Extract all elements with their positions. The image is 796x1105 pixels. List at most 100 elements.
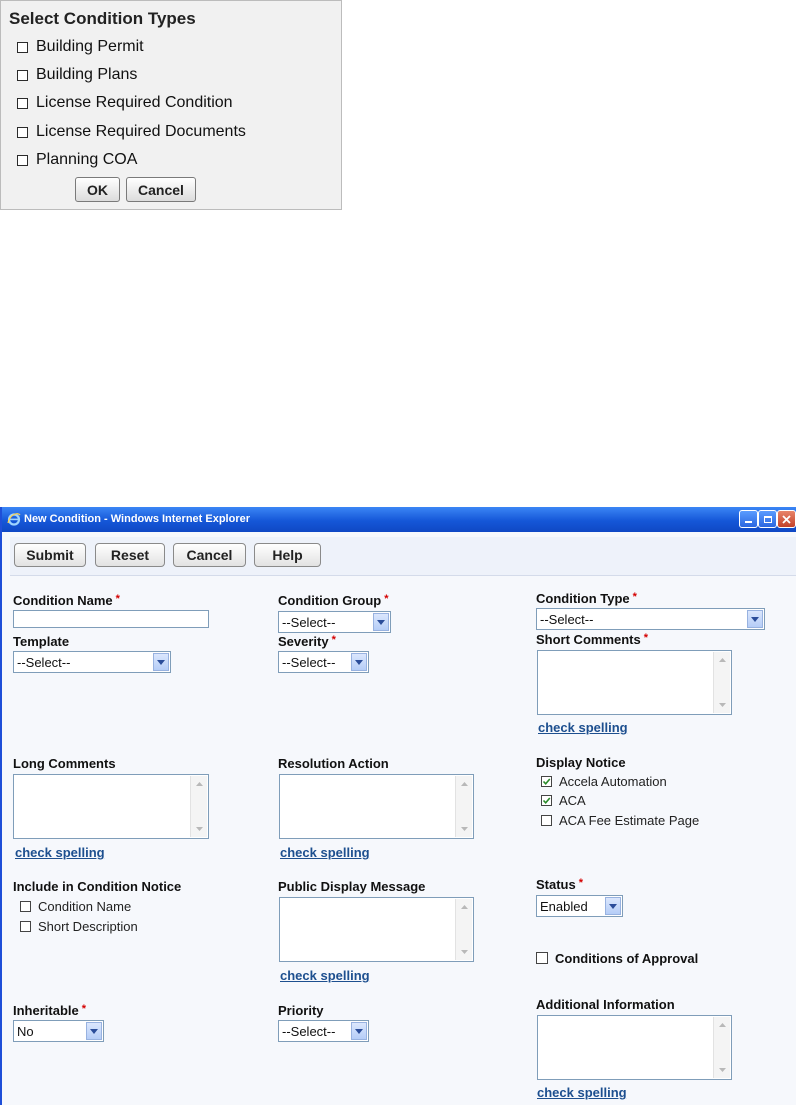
short-comments-check-spelling-link[interactable]: check spelling: [538, 720, 628, 735]
checkbox[interactable]: [17, 97, 28, 109]
window-titlebar[interactable]: New Condition - Windows Internet Explore…: [2, 507, 796, 532]
checkmark-icon: [542, 796, 551, 804]
maximize-icon: [763, 515, 772, 523]
checkbox[interactable]: [20, 900, 31, 912]
condition-group-select[interactable]: --Select--: [278, 611, 391, 633]
form-toolbar: Submit Reset Cancel Help: [10, 537, 796, 576]
condition-type-option-license-required-condition[interactable]: License Required Condition: [17, 93, 233, 113]
scrollbar[interactable]: [455, 899, 472, 960]
scroll-down-icon[interactable]: [191, 821, 207, 837]
selected-value: --Select--: [17, 655, 71, 670]
checkbox[interactable]: [17, 126, 28, 138]
cancel-button[interactable]: Cancel: [126, 177, 196, 202]
display-notice-aca-fee-estimate-page[interactable]: ACA Fee Estimate Page: [541, 811, 699, 829]
option-label: ACA Fee Estimate Page: [559, 812, 700, 828]
condition-type-select[interactable]: --Select--: [536, 608, 765, 630]
option-label: Building Permit: [36, 38, 144, 55]
scroll-up-icon[interactable]: [191, 776, 207, 792]
minimize-icon: [745, 521, 752, 523]
conditions-of-approval-checkbox-row[interactable]: Conditions of Approval: [536, 949, 698, 967]
condition-type-option-building-permit[interactable]: Building Permit: [17, 37, 144, 57]
ok-button[interactable]: OK: [75, 177, 120, 202]
include-notice-condition-name[interactable]: Condition Name: [20, 897, 131, 915]
short-comments-textarea[interactable]: [537, 650, 732, 715]
option-label: Planning COA: [36, 151, 138, 168]
checkbox[interactable]: [541, 814, 552, 826]
option-label: License Required Documents: [36, 123, 246, 140]
checkbox[interactable]: [20, 920, 31, 932]
condition-type-option-building-plans[interactable]: Building Plans: [17, 65, 137, 85]
scroll-up-icon[interactable]: [456, 899, 472, 915]
scroll-up-icon[interactable]: [456, 776, 472, 792]
chevron-down-icon[interactable]: [86, 1022, 102, 1040]
scrollbar[interactable]: [455, 776, 472, 837]
scrollbar[interactable]: [713, 1017, 730, 1078]
condition-name-input[interactable]: [13, 610, 209, 628]
additional-information-textarea[interactable]: [537, 1015, 732, 1080]
template-select[interactable]: --Select--: [13, 651, 171, 673]
chevron-down-icon[interactable]: [153, 653, 169, 671]
template-label: Template: [13, 634, 70, 649]
required-marker: *: [643, 632, 649, 644]
include-in-condition-notice-label: Include in Condition Notice: [13, 879, 182, 894]
checkbox-checked[interactable]: [541, 794, 552, 806]
display-notice-accela-automation[interactable]: Accela Automation: [541, 772, 667, 790]
checkbox[interactable]: [17, 41, 28, 53]
chevron-down-icon[interactable]: [351, 1022, 367, 1040]
additional-information-check-spelling-link[interactable]: check spelling: [537, 1085, 627, 1100]
cancel-button[interactable]: Cancel: [173, 543, 246, 567]
submit-button[interactable]: Submit: [14, 543, 86, 567]
checkbox[interactable]: [536, 952, 548, 964]
scroll-up-icon[interactable]: [714, 1017, 730, 1033]
include-notice-short-description[interactable]: Short Description: [20, 917, 138, 935]
minimize-button[interactable]: [739, 510, 758, 528]
maximize-button[interactable]: [758, 510, 777, 528]
resolution-action-textarea[interactable]: [279, 774, 474, 839]
window-title: New Condition - Windows Internet Explore…: [24, 513, 251, 525]
checkbox-checked[interactable]: [541, 775, 552, 787]
public-display-message-textarea[interactable]: [279, 897, 474, 962]
chevron-down-icon[interactable]: [351, 653, 367, 671]
selected-value: --Select--: [282, 615, 336, 630]
additional-information-label: Additional Information: [536, 997, 675, 1012]
display-notice-aca[interactable]: ACA: [541, 791, 586, 809]
scroll-down-icon[interactable]: [456, 944, 472, 960]
condition-name-label: Condition Name *: [13, 593, 120, 608]
chevron-down-icon[interactable]: [605, 897, 621, 915]
option-label: Accela Automation: [559, 773, 667, 789]
required-marker: *: [115, 593, 120, 605]
close-button[interactable]: [777, 510, 796, 528]
required-marker: *: [632, 591, 637, 603]
scroll-down-icon[interactable]: [714, 1062, 730, 1078]
internet-explorer-icon: [7, 513, 21, 526]
priority-label: Priority: [278, 1003, 324, 1018]
status-select[interactable]: Enabled: [536, 895, 623, 917]
resolution-action-label: Resolution Action: [278, 756, 389, 771]
severity-select[interactable]: --Select--: [278, 651, 369, 673]
selected-value: No: [17, 1024, 34, 1039]
checkbox[interactable]: [17, 69, 28, 81]
priority-select[interactable]: --Select--: [278, 1020, 369, 1042]
scrollbar[interactable]: [713, 652, 730, 713]
inheritable-select[interactable]: No: [13, 1020, 104, 1042]
scroll-down-icon[interactable]: [714, 697, 730, 713]
reset-button[interactable]: Reset: [95, 543, 165, 567]
scrollbar[interactable]: [190, 776, 207, 837]
scroll-down-icon[interactable]: [456, 821, 472, 837]
checkbox[interactable]: [17, 154, 28, 166]
public-display-check-spelling-link[interactable]: check spelling: [280, 968, 370, 983]
option-label: Condition Name: [38, 898, 132, 914]
required-marker: *: [331, 634, 336, 646]
public-display-message-label: Public Display Message: [278, 879, 426, 894]
condition-type-option-planning-coa[interactable]: Planning COA: [17, 150, 137, 170]
chevron-down-icon[interactable]: [373, 613, 389, 631]
help-button[interactable]: Help: [254, 543, 321, 567]
resolution-action-check-spelling-link[interactable]: check spelling: [280, 845, 370, 860]
scroll-up-icon[interactable]: [714, 652, 730, 668]
long-comments-textarea[interactable]: [13, 774, 209, 839]
condition-type-option-license-required-documents[interactable]: License Required Documents: [17, 122, 246, 142]
chevron-down-icon[interactable]: [747, 610, 763, 628]
long-comments-label: Long Comments: [13, 756, 116, 771]
new-condition-window: New Condition - Windows Internet Explore…: [0, 507, 796, 1105]
long-comments-check-spelling-link[interactable]: check spelling: [15, 845, 105, 860]
